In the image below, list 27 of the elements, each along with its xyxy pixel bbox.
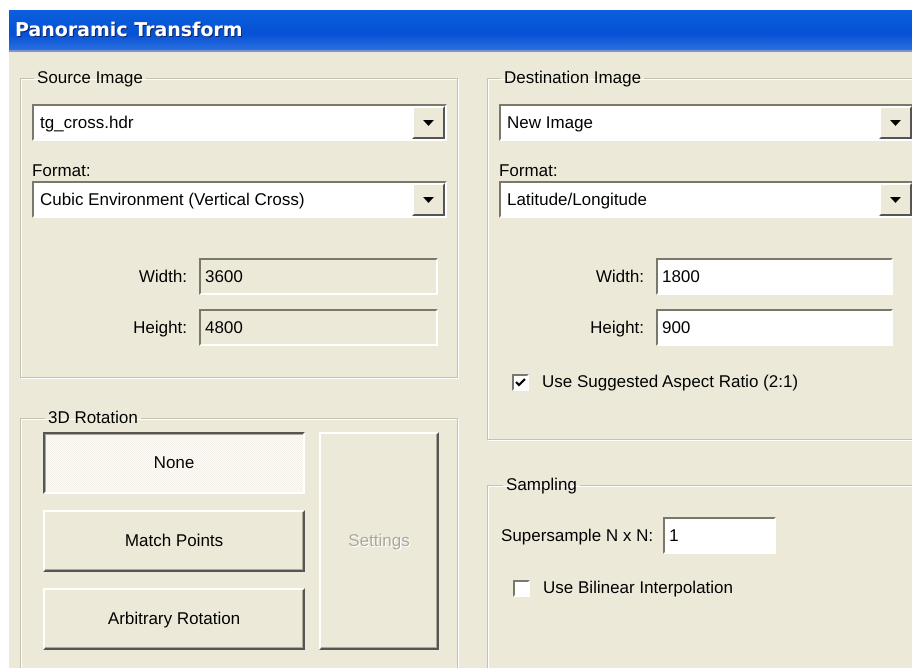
number-field[interactable]: 1 bbox=[663, 517, 776, 554]
checkbox[interactable] bbox=[513, 580, 530, 596]
number-field[interactable]: 900 bbox=[656, 309, 893, 346]
format-label: Format: bbox=[32, 161, 92, 181]
field-label: Height: bbox=[589, 318, 644, 338]
format-dropdown[interactable]: Cubic Environment (Vertical Cross) bbox=[32, 181, 447, 218]
format-dropdown[interactable]: Latitude/Longitude bbox=[499, 181, 912, 218]
mode-button[interactable]: None bbox=[43, 432, 305, 494]
mode-button[interactable]: Match Points bbox=[43, 510, 305, 572]
number-field[interactable]: 1800 bbox=[656, 258, 893, 295]
field-label: Supersample N x N: bbox=[501, 526, 654, 546]
field-label: Height: bbox=[132, 318, 187, 338]
group-title: Source Image bbox=[36, 68, 144, 88]
group-title: Sampling bbox=[505, 475, 578, 495]
checkbox-label[interactable]: Use Suggested Aspect Ratio (2:1) bbox=[542, 372, 798, 392]
group-title: Destination Image bbox=[503, 68, 642, 88]
file-dropdown[interactable]: tg_cross.hdr bbox=[32, 104, 447, 141]
format-label: Format: bbox=[499, 161, 559, 181]
checkbox-label[interactable]: Use Bilinear Interpolation bbox=[543, 578, 733, 598]
checkmark-icon bbox=[515, 378, 526, 386]
window-title: Panoramic Transform bbox=[15, 19, 243, 41]
group-title: 3D Rotation bbox=[47, 408, 139, 428]
file-dropdown[interactable]: New Image bbox=[499, 104, 912, 141]
checkbox[interactable] bbox=[512, 374, 529, 390]
field-label: Width: bbox=[594, 266, 644, 286]
mode-button[interactable]: Arbitrary Rotation bbox=[43, 588, 305, 650]
field-label: Width: bbox=[138, 266, 187, 286]
